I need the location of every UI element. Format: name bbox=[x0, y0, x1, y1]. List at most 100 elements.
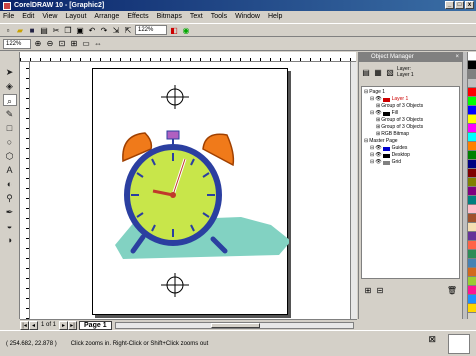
palette-swatch[interactable] bbox=[468, 178, 476, 187]
tree-expander-icon[interactable]: ⊟ bbox=[364, 138, 368, 145]
shape-tool-icon[interactable]: ◈ bbox=[3, 80, 17, 92]
menu-help[interactable]: Help bbox=[268, 13, 282, 20]
maximize-button[interactable]: □ bbox=[455, 1, 464, 9]
prev-page-button[interactable]: ◂ bbox=[29, 320, 38, 330]
palette-swatch[interactable] bbox=[468, 250, 476, 259]
outline-tool-icon[interactable]: ✒ bbox=[3, 206, 17, 218]
zoom-page-icon[interactable]: ▭ bbox=[81, 39, 91, 49]
layer-visible-icon[interactable]: 👁 bbox=[375, 152, 381, 159]
pick-tool-icon[interactable]: ➤ bbox=[3, 66, 17, 78]
vertical-scrollbar[interactable] bbox=[350, 62, 357, 319]
delete-layer-icon[interactable]: 🗑 bbox=[447, 285, 457, 295]
menu-effects[interactable]: Effects bbox=[127, 13, 148, 20]
tree-node[interactable]: ⊟ Master Page bbox=[364, 138, 457, 145]
palette-swatch[interactable] bbox=[468, 187, 476, 196]
polygon-tool-icon[interactable]: ⬡ bbox=[3, 150, 17, 162]
tree-node[interactable]: ⊟ 👁 Fill bbox=[364, 110, 457, 117]
palette-swatch[interactable] bbox=[468, 52, 476, 61]
tree-node[interactable]: ⊟ 👁 Desktop bbox=[364, 152, 457, 159]
menu-tools[interactable]: Tools bbox=[211, 13, 227, 20]
palette-swatch[interactable] bbox=[468, 142, 476, 151]
tree-node[interactable]: ⊞ Group of 3 Objects bbox=[364, 103, 457, 110]
tree-expander-icon[interactable]: ⊞ bbox=[376, 124, 380, 131]
tree-expander-icon[interactable]: ⊟ bbox=[370, 96, 374, 103]
layer-visible-icon[interactable]: 👁 bbox=[375, 110, 381, 117]
tree-node[interactable]: ⊞ RGB Bitmap bbox=[364, 131, 457, 138]
palette-swatch[interactable] bbox=[468, 268, 476, 277]
new-master-layer-icon[interactable]: ⊟ bbox=[375, 285, 385, 295]
page-tab[interactable]: Page 1 bbox=[79, 320, 112, 330]
new-file-icon[interactable]: ▫ bbox=[3, 25, 13, 35]
tree-node[interactable]: ⊞ Group of 3 Objects bbox=[364, 117, 457, 124]
zoom-width-icon[interactable]: ⇔ bbox=[93, 39, 103, 49]
fill-tool-icon[interactable]: ◒ bbox=[3, 220, 17, 232]
tree-node[interactable]: ⊟ 👁 Grid bbox=[364, 159, 457, 166]
palette-swatch[interactable] bbox=[468, 61, 476, 70]
menu-window[interactable]: Window bbox=[235, 13, 260, 20]
zoom-in-icon[interactable]: ⊕ bbox=[33, 39, 43, 49]
palette-swatch[interactable] bbox=[468, 241, 476, 250]
document-page[interactable] bbox=[92, 68, 291, 315]
layer-visible-icon[interactable]: 👁 bbox=[375, 145, 381, 152]
palette-swatch[interactable] bbox=[468, 97, 476, 106]
palette-swatch[interactable] bbox=[468, 151, 476, 160]
tree-expander-icon[interactable]: ⊟ bbox=[370, 152, 374, 159]
redo-icon[interactable]: ↷ bbox=[99, 25, 109, 35]
layer-manager-view-icon[interactable]: ▦ bbox=[373, 67, 383, 77]
zoom-out-icon[interactable]: ⊖ bbox=[45, 39, 55, 49]
menu-file[interactable]: File bbox=[3, 13, 14, 20]
corel-online-icon[interactable]: ◉ bbox=[181, 25, 191, 35]
last-page-button[interactable]: ▸| bbox=[68, 320, 78, 330]
interactive-fill-icon[interactable]: ◐ bbox=[3, 178, 17, 190]
palette-swatch[interactable] bbox=[468, 196, 476, 205]
tree-node[interactable]: ⊟ 👁 Layer 1 bbox=[364, 96, 457, 103]
new-layer-icon[interactable]: ⊞ bbox=[363, 285, 373, 295]
zoom-levels-combo[interactable]: 122% bbox=[3, 38, 31, 49]
ellipse-tool-icon[interactable]: ○ bbox=[3, 136, 17, 148]
print-icon[interactable]: ▤ bbox=[39, 25, 49, 35]
horizontal-ruler[interactable] bbox=[20, 52, 356, 62]
first-page-button[interactable]: |◂ bbox=[20, 320, 29, 330]
zoom-tool-icon[interactable]: ⌕ bbox=[2, 94, 17, 106]
menu-layout[interactable]: Layout bbox=[65, 13, 86, 20]
palette-swatch[interactable] bbox=[468, 286, 476, 295]
palette-swatch[interactable] bbox=[468, 133, 476, 142]
palette-swatch[interactable] bbox=[468, 277, 476, 286]
tree-expander-icon[interactable]: ⊞ bbox=[376, 103, 380, 110]
palette-swatch[interactable] bbox=[468, 295, 476, 304]
menu-edit[interactable]: Edit bbox=[22, 13, 34, 20]
rectangle-tool-icon[interactable]: □ bbox=[3, 122, 17, 134]
cut-icon[interactable]: ✂ bbox=[51, 25, 61, 35]
palette-swatch[interactable] bbox=[468, 304, 476, 313]
vertical-ruler[interactable] bbox=[20, 62, 30, 319]
zoom-selected-icon[interactable]: ⊡ bbox=[57, 39, 67, 49]
application-launcher-icon[interactable]: ◧ bbox=[169, 25, 179, 35]
copy-icon[interactable]: ❐ bbox=[63, 25, 73, 35]
palette-swatch[interactable] bbox=[468, 232, 476, 241]
outline-indicator-icon[interactable] bbox=[448, 334, 470, 354]
open-folder-icon[interactable]: ▰ bbox=[15, 25, 25, 35]
tree-expander-icon[interactable]: ⊞ bbox=[376, 131, 380, 138]
fill-indicator-icon[interactable]: ⊠ bbox=[428, 334, 436, 345]
palette-swatch[interactable] bbox=[468, 160, 476, 169]
zoom-all-objects-icon[interactable]: ⊞ bbox=[69, 39, 79, 49]
next-page-button[interactable]: ▸ bbox=[59, 320, 69, 330]
menu-arrange[interactable]: Arrange bbox=[94, 13, 119, 20]
palette-swatch[interactable] bbox=[468, 106, 476, 115]
tree-node[interactable]: ⊟ 👁 Guides bbox=[364, 145, 457, 152]
layer-visible-icon[interactable]: 👁 bbox=[375, 159, 381, 166]
menu-bitmaps[interactable]: Bitmaps bbox=[157, 13, 182, 20]
tree-expander-icon[interactable]: ⊟ bbox=[370, 145, 374, 152]
palette-swatch[interactable] bbox=[468, 259, 476, 268]
save-icon[interactable]: ■ bbox=[27, 25, 37, 35]
zoom-level-combo[interactable]: 122% bbox=[135, 25, 167, 35]
palette-swatch[interactable] bbox=[468, 115, 476, 124]
import-icon[interactable]: ⇲ bbox=[111, 25, 121, 35]
eyedropper-tool-icon[interactable]: ⚲ bbox=[3, 192, 17, 204]
tree-node[interactable]: ⊞ Group of 3 Objects bbox=[364, 124, 457, 131]
docker-close-icon[interactable]: × bbox=[455, 52, 459, 62]
show-properties-icon[interactable]: ▤ bbox=[361, 67, 371, 77]
tree-expander-icon[interactable]: ⊟ bbox=[370, 159, 374, 166]
drawing-canvas[interactable] bbox=[30, 62, 350, 319]
palette-swatch[interactable] bbox=[468, 223, 476, 232]
